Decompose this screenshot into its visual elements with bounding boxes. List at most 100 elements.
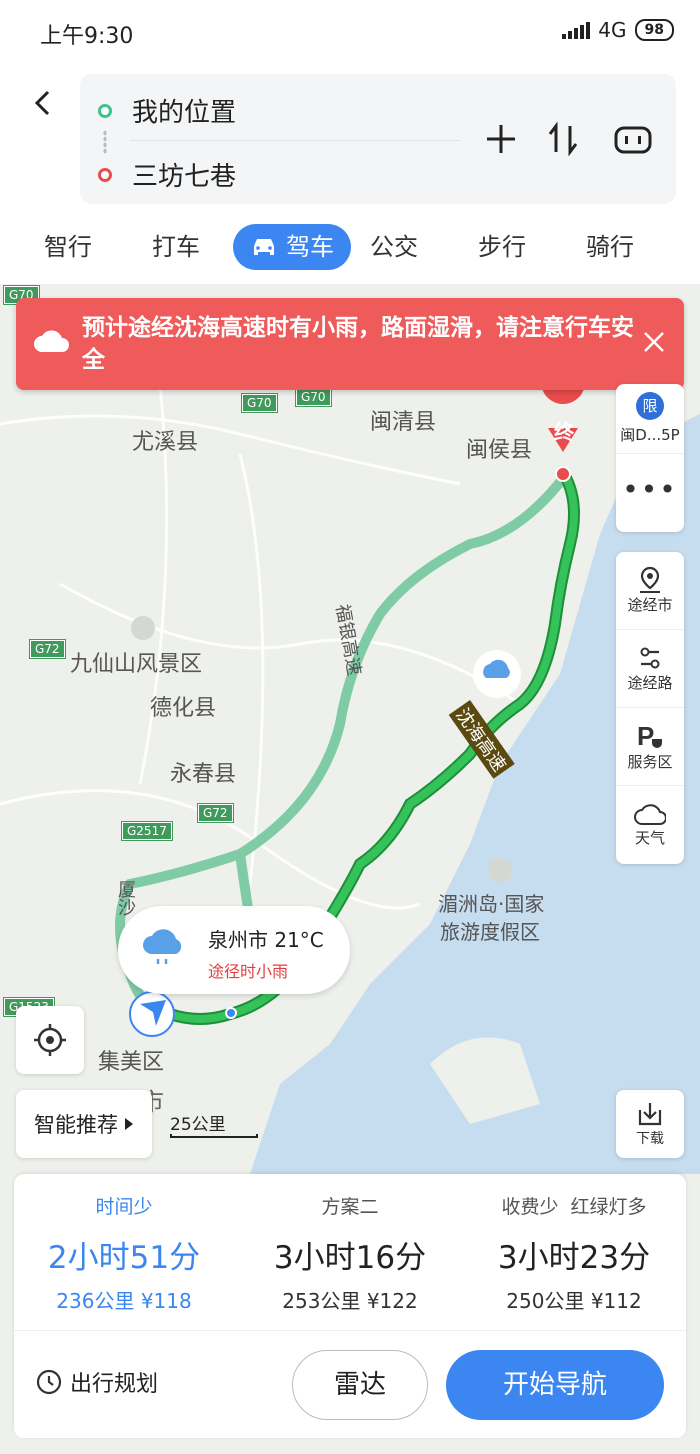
cloud-icon: [634, 803, 666, 825]
plan-meta: 250公里 ¥112: [462, 1285, 686, 1314]
restriction-plate: 闽D...5P: [620, 426, 680, 444]
tool-service-area[interactable]: P 服务区: [616, 708, 684, 786]
plan-name: 收费少 红绿灯多: [501, 1196, 647, 1218]
shield-g2517: G2517: [121, 821, 173, 841]
clock-icon: [36, 1369, 62, 1395]
restriction-badge-icon: 限: [636, 392, 664, 420]
place-minhou: 闽侯县: [466, 438, 533, 463]
plan-cost: ¥118: [140, 1289, 192, 1313]
tool-weather-label: 天气: [634, 828, 665, 847]
shield-g72-b: G72: [197, 803, 234, 823]
tool-service-area-label: 服务区: [627, 753, 673, 771]
trip-plan-label: 出行规划: [70, 1372, 159, 1397]
route-plans-panel: 时间少 2小时51分 236公里 ¥118 方案二 3小时16分 253公里 ¥…: [0, 1174, 700, 1454]
place-dehua: 德化县: [150, 696, 217, 721]
end-marker-label: 终: [554, 420, 574, 444]
plan-meta: 236公里 ¥118: [14, 1285, 234, 1314]
tab-taxi[interactable]: 打车: [138, 224, 214, 270]
plate-restriction[interactable]: 限 闽D...5P: [616, 384, 684, 454]
tool-via-cities[interactable]: 途经市: [616, 552, 684, 630]
locate-button[interactable]: [16, 1006, 84, 1074]
tab-bike[interactable]: 骑行: [572, 224, 648, 270]
tab-walk[interactable]: 步行: [464, 224, 540, 270]
car-icon: [254, 239, 274, 255]
plan-distance: 253公里: [282, 1289, 361, 1313]
car-options-icon[interactable]: [608, 114, 658, 164]
plan-duration: 3小时16分: [273, 1240, 427, 1276]
plan-name: 方案二: [321, 1196, 379, 1218]
tab-smart[interactable]: 智行: [30, 224, 106, 270]
start-navigation-button[interactable]: 开始导航: [446, 1350, 664, 1420]
end-point-label: 三坊七巷: [132, 162, 237, 192]
city-pin-icon: [640, 566, 660, 593]
rain-cloud-icon: [143, 929, 182, 964]
weather-bubble[interactable]: 泉州市 21°C 途径时小雨: [118, 906, 350, 994]
shield-g70-b: G70: [241, 393, 278, 413]
place-yongchun: 永春县: [170, 762, 237, 787]
radar-button[interactable]: 雷达: [292, 1350, 428, 1420]
shield-g72-a: G72: [29, 639, 66, 659]
map-tools-panel: 途经市 途经路 P 服务区 天气: [616, 552, 684, 864]
status-bar: 上午9:30 4G 98: [0, 0, 700, 64]
tool-via-roads-label: 途经路: [627, 674, 673, 692]
smart-recommend-button[interactable]: 智能推荐: [16, 1090, 152, 1158]
plan-option-3[interactable]: 收费少 红绿灯多 3小时23分 250公里 ¥112: [462, 1192, 686, 1314]
plan-duration: 2小时51分: [47, 1240, 201, 1276]
restriction-panel: 限 闽D...5P •••: [616, 384, 684, 532]
place-minqing: 闽清县: [370, 410, 437, 435]
swap-icon[interactable]: [538, 114, 588, 164]
end-point-field[interactable]: 三坊七巷: [98, 156, 236, 193]
signal-icon: [562, 21, 591, 39]
map-scale-bar: [170, 1134, 258, 1138]
svg-text:P: P: [637, 721, 654, 751]
plan-cost: ¥122: [366, 1289, 418, 1313]
tab-drive-label: 驾车: [286, 233, 334, 261]
triangle-right-icon: [125, 1118, 133, 1130]
place-meizhou: 湄洲岛·国家: [438, 892, 545, 916]
status-time: 上午9:30: [40, 24, 134, 49]
road-icon: [640, 647, 660, 669]
plan-distance: 250公里: [506, 1289, 585, 1313]
battery-indicator: 98: [634, 19, 674, 41]
weather-city: 泉州市 21°C: [208, 928, 324, 952]
place-meizhou-resort: 旅游度假区: [440, 920, 540, 944]
plan-option-2[interactable]: 方案二 3小时16分 253公里 ¥122: [240, 1192, 460, 1314]
alert-text: 预计途经沈海高速时有小雨，路面湿滑，请注意行车安全: [82, 315, 634, 373]
route-header: 我的位置 三坊七巷: [0, 64, 700, 214]
service-area-icon: P: [637, 721, 662, 751]
tool-via-roads[interactable]: 途经路: [616, 630, 684, 708]
cloud-icon: [34, 330, 69, 352]
plan-meta: 253公里 ¥122: [240, 1285, 460, 1314]
weather-alert-banner[interactable]: 预计途经沈海高速时有小雨，路面湿滑，请注意行车安全: [16, 298, 684, 390]
road-xiasha: 厦沙: [115, 880, 136, 916]
plan-card: 时间少 2小时51分 236公里 ¥118 方案二 3小时16分 253公里 ¥…: [14, 1174, 686, 1438]
weather-subtext: 途径时小雨: [208, 962, 289, 981]
download-button[interactable]: 下载: [616, 1090, 684, 1158]
shield-g70-c: G70: [295, 387, 332, 407]
tool-weather[interactable]: 天气: [616, 786, 684, 864]
route-input-box: 我的位置 三坊七巷: [80, 74, 676, 204]
tab-drive[interactable]: 驾车: [233, 224, 351, 270]
chevron-left-icon[interactable]: [28, 88, 58, 118]
plan-name: 时间少: [95, 1196, 153, 1218]
plan-option-1[interactable]: 时间少 2小时51分 236公里 ¥118: [14, 1192, 234, 1314]
place-jiuxian: 九仙山风景区: [70, 652, 203, 677]
route-map[interactable]: 终 尤溪县 闽清县 闽侯县 九仙山风景区 德化县 永春县 湄洲岛·国家 旅游度假…: [0, 284, 700, 1174]
map-canvas: [0, 360, 700, 1174]
crosshair-icon: [34, 1024, 66, 1056]
start-point-field[interactable]: 我的位置: [98, 92, 236, 129]
tab-bus[interactable]: 公交: [356, 224, 432, 270]
more-options-icon[interactable]: •••: [616, 454, 684, 524]
trip-plan-button[interactable]: 出行规划: [36, 1366, 158, 1398]
place-youxi: 尤溪县: [132, 430, 199, 455]
plus-icon[interactable]: [476, 114, 526, 164]
plan-duration: 3小时23分: [497, 1240, 651, 1276]
network-type: 4G: [598, 18, 627, 42]
plan-distance: 236公里: [56, 1289, 135, 1313]
download-label: 下载: [636, 1131, 664, 1147]
tool-via-cities-label: 途经市: [627, 596, 673, 614]
travel-mode-tabs: 智行 打车 驾车 公交 步行 骑行: [0, 214, 700, 284]
place-jimei: 集美区: [98, 1050, 165, 1075]
download-icon: [638, 1103, 662, 1126]
close-icon[interactable]: [640, 328, 668, 356]
